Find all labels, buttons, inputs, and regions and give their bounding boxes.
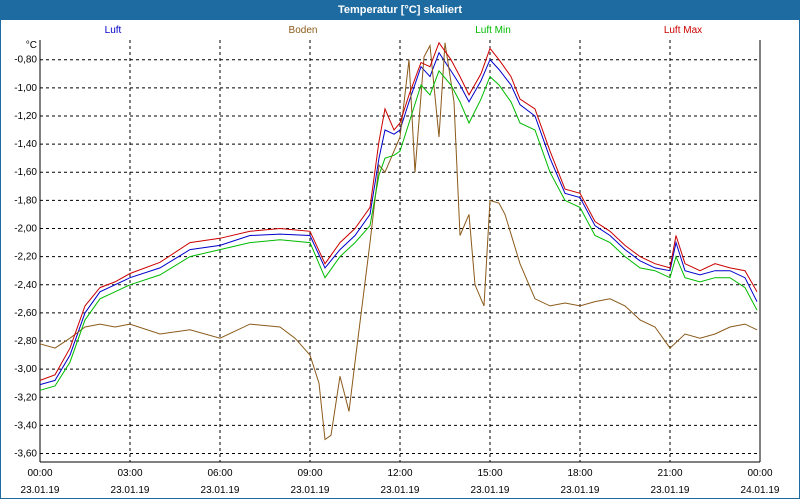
x-tick-date: 23.01.19 bbox=[111, 485, 150, 496]
y-tick-label: -1,00 bbox=[14, 83, 37, 94]
y-tick-label: -0,80 bbox=[14, 55, 37, 66]
legend: Luft Boden Luft Min Luft Max bbox=[105, 25, 703, 36]
x-tick-date: 23.01.19 bbox=[471, 485, 510, 496]
y-tick-label: -3,20 bbox=[14, 392, 37, 403]
x-tick-time: 06:00 bbox=[207, 468, 232, 479]
x-tick-date: 23.01.19 bbox=[21, 485, 60, 496]
legend-entry: Luft Min bbox=[475, 25, 511, 36]
x-tick-date: 23.01.19 bbox=[561, 485, 600, 496]
y-tick-label: -1,60 bbox=[14, 167, 37, 178]
x-tick-time: 00:00 bbox=[27, 468, 52, 479]
x-tick-time: 15:00 bbox=[477, 468, 502, 479]
y-tick-label: -3,60 bbox=[14, 449, 37, 460]
series-line-boden bbox=[39, 42, 758, 441]
y-tick-label: -3,40 bbox=[14, 420, 37, 431]
legend-entry: Luft Max bbox=[664, 25, 702, 36]
legend-entry: Luft bbox=[105, 25, 122, 36]
x-tick-time: 18:00 bbox=[567, 468, 592, 479]
series-lines bbox=[39, 41, 758, 441]
y-tick-label: -2,20 bbox=[14, 252, 37, 263]
y-tick-label: -2,40 bbox=[14, 280, 37, 291]
x-tick-time: 09:00 bbox=[297, 468, 322, 479]
y-tick-label: -1,80 bbox=[14, 195, 37, 206]
x-tick-time: 00:00 bbox=[747, 468, 772, 479]
x-tick-time: 12:00 bbox=[387, 468, 412, 479]
y-tick-label: -3,00 bbox=[14, 364, 37, 375]
x-tick-date: 24.01.19 bbox=[741, 485, 780, 496]
grid-lines bbox=[40, 40, 760, 462]
x-tick-time: 21:00 bbox=[657, 468, 682, 479]
y-tick-label: -2,60 bbox=[14, 308, 37, 319]
legend-entry: Boden bbox=[289, 25, 318, 36]
temperature-chart: -0,80 -1,00 -1,20 -1,40 -1,60 -1,80 -2,00 -2,20… bbox=[14, 25, 780, 496]
y-tick-label: -2,80 bbox=[14, 336, 37, 347]
y-axis-unit: °C bbox=[26, 40, 37, 51]
y-tick-label: -1,40 bbox=[14, 139, 37, 150]
x-tick-time: 03:00 bbox=[117, 468, 142, 479]
x-tick-date: 23.01.19 bbox=[291, 485, 330, 496]
y-tick-label: -2,00 bbox=[14, 223, 37, 234]
x-tick-date: 23.01.19 bbox=[201, 485, 240, 496]
y-tick-label: -1,20 bbox=[14, 111, 37, 122]
series-line-luft bbox=[39, 51, 758, 386]
x-tick-date: 23.01.19 bbox=[651, 485, 690, 496]
series-line-luft-min bbox=[39, 69, 758, 391]
x-tick-date: 23.01.19 bbox=[381, 485, 420, 496]
tick-labels: -0,80 -1,00 -1,20 -1,40 -1,60 -1,80 -2,00 -2,20… bbox=[14, 40, 780, 496]
